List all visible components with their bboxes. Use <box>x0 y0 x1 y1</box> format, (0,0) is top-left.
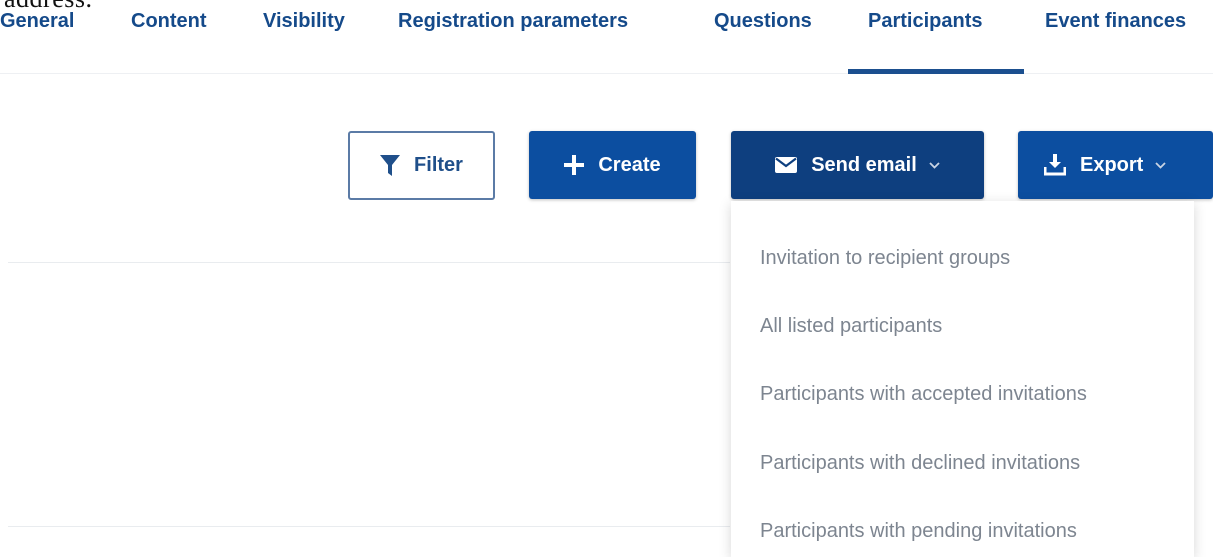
chevron-down-icon <box>929 161 940 169</box>
divider <box>8 262 730 263</box>
tab-registration-parameters[interactable]: Registration parameters <box>398 10 628 40</box>
tab-bar: General Content Visibility Registration … <box>0 0 1213 74</box>
download-icon <box>1044 154 1066 176</box>
create-button[interactable]: Create <box>529 131 696 199</box>
active-tab-indicator <box>848 69 1024 74</box>
tab-general-label: General <box>0 10 75 32</box>
tab-general[interactable]: General <box>0 10 90 40</box>
send-email-button[interactable]: Send email <box>731 131 984 199</box>
menu-item-all-listed-participants[interactable]: All listed participants <box>760 315 942 338</box>
tab-participants[interactable]: Participants <box>868 10 982 40</box>
divider <box>8 526 730 527</box>
menu-item-accepted-invitations[interactable]: Participants with accepted invitations <box>760 383 1087 406</box>
plus-icon <box>564 155 585 175</box>
filter-icon <box>380 154 401 177</box>
tab-questions[interactable]: Questions <box>714 10 812 40</box>
export-button-label: Export <box>1080 153 1144 176</box>
create-button-label: Create <box>598 153 661 176</box>
menu-item-declined-invitations[interactable]: Participants with declined invitations <box>760 452 1080 475</box>
chevron-down-icon <box>1155 161 1166 169</box>
send-email-dropdown-menu: Invitation to recipient groups All liste… <box>731 201 1194 557</box>
filter-button[interactable]: Filter <box>348 131 495 200</box>
tab-visibility[interactable]: Visibility <box>263 10 345 40</box>
filter-button-label: Filter <box>414 154 463 176</box>
send-email-button-label: Send email <box>811 153 917 176</box>
menu-item-invitation-to-recipient-groups[interactable]: Invitation to recipient groups <box>760 247 1010 270</box>
menu-item-pending-invitations[interactable]: Participants with pending invitations <box>760 520 1077 543</box>
envelope-icon <box>775 157 798 173</box>
tab-content[interactable]: Content <box>131 10 207 40</box>
export-button[interactable]: Export <box>1018 131 1213 199</box>
tab-event-finances[interactable]: Event finances <box>1045 10 1186 40</box>
page: address. General Content Visibility Regi… <box>0 0 1213 557</box>
